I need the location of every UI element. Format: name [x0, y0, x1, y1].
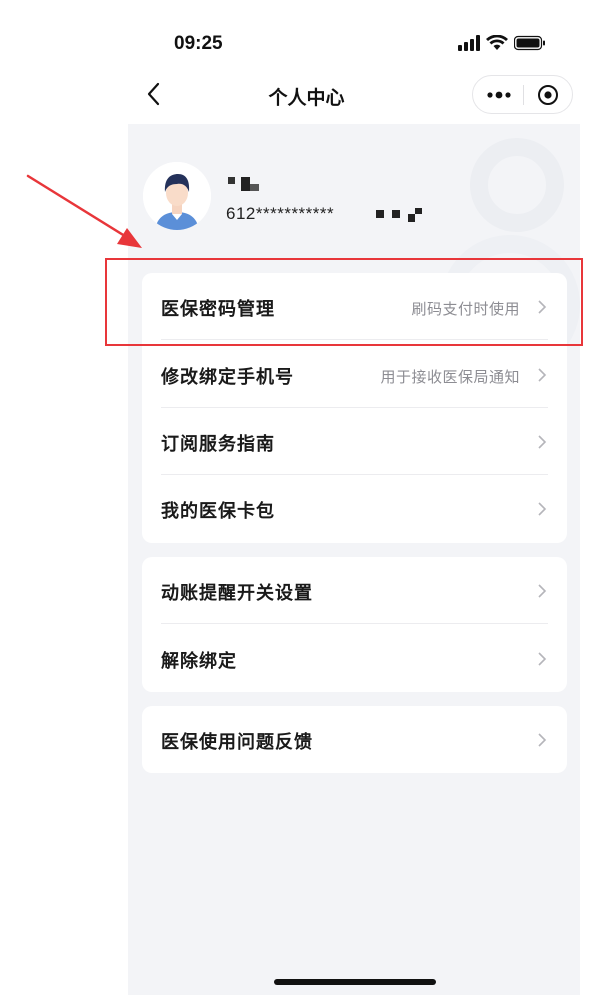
- row-subscribe-guide[interactable]: 订阅服务指南: [142, 408, 567, 475]
- wifi-icon: [486, 35, 508, 50]
- masked-id-suffix: [376, 208, 422, 222]
- row-change-phone[interactable]: 修改绑定手机号 用于接收医保局通知: [142, 341, 567, 408]
- chevron-right-icon: [538, 502, 547, 516]
- avatar-illustration: [143, 162, 211, 230]
- row-label: 修改绑定手机号: [161, 367, 294, 388]
- close-target-icon[interactable]: [537, 84, 559, 106]
- row-card-wallet[interactable]: 我的医保卡包: [142, 475, 567, 542]
- chevron-right-icon: [538, 584, 547, 598]
- masked-name: [228, 177, 259, 191]
- highlight-box: [105, 258, 583, 346]
- divider: [161, 623, 548, 624]
- more-icon[interactable]: [485, 85, 513, 105]
- chevron-right-icon: [538, 652, 547, 666]
- avatar[interactable]: [143, 162, 211, 230]
- mini-program-capsule: [472, 75, 573, 114]
- home-indicator: [274, 979, 436, 985]
- settings-card-binding: 动账提醒开关设置 解除绑定: [142, 557, 567, 692]
- capsule-separator: [523, 85, 524, 105]
- chevron-right-icon: [538, 368, 547, 382]
- user-id-masked: 612***********: [226, 204, 335, 223]
- signal-icon: [458, 35, 480, 51]
- chevron-right-icon: [538, 435, 547, 449]
- row-unbind[interactable]: 解除绑定: [142, 625, 567, 692]
- settings-card-feedback: 医保使用问题反馈: [142, 706, 567, 773]
- row-label: 解除绑定: [161, 651, 237, 672]
- annotation-arrow: [26, 174, 142, 248]
- row-hint: 用于接收医保局通知: [380, 368, 520, 386]
- chevron-right-icon: [538, 733, 547, 747]
- row-label: 动账提醒开关设置: [161, 583, 313, 604]
- status-time: 09:25: [174, 33, 223, 54]
- row-label: 医保使用问题反馈: [161, 732, 313, 753]
- row-label: 我的医保卡包: [161, 501, 275, 522]
- row-label: 订阅服务指南: [161, 434, 275, 455]
- row-transaction-alert[interactable]: 动账提醒开关设置: [142, 557, 567, 624]
- battery-icon: [514, 35, 545, 51]
- row-feedback[interactable]: 医保使用问题反馈: [142, 706, 567, 773]
- decor-circle-large: [470, 138, 564, 232]
